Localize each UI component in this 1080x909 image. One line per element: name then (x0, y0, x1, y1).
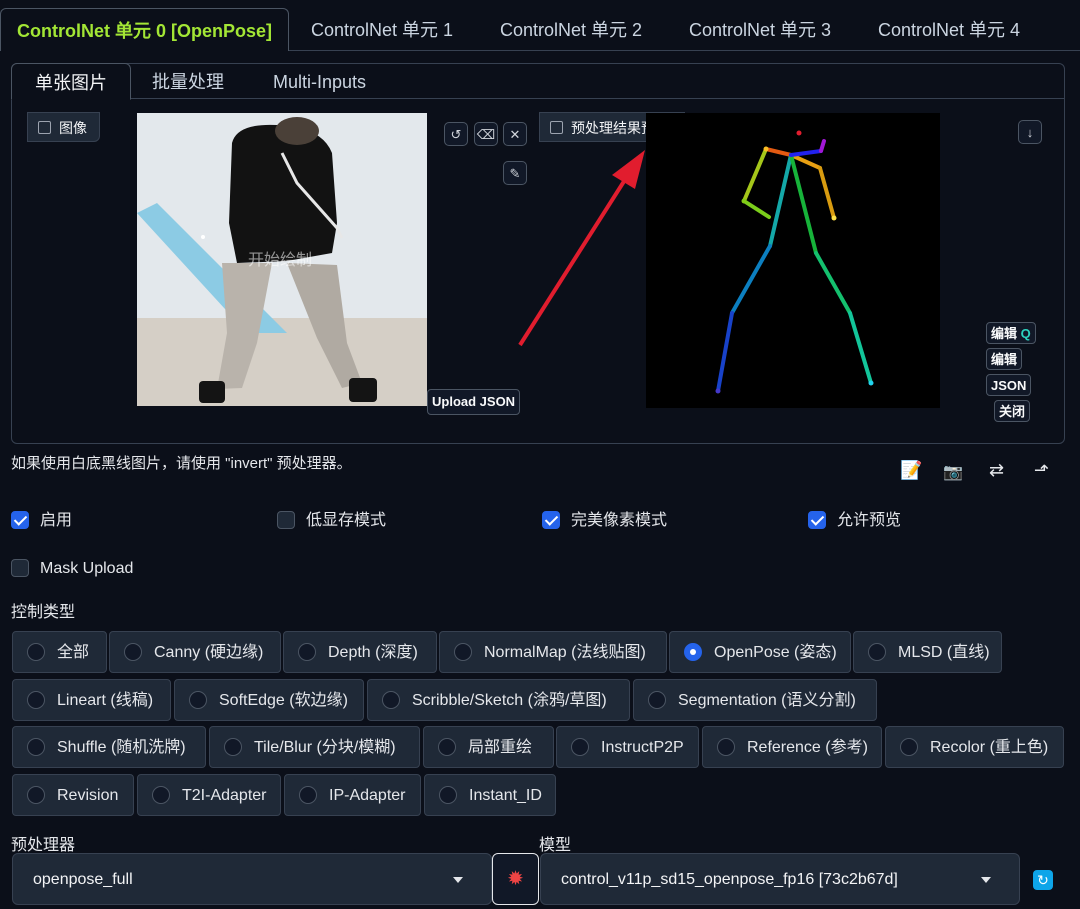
control-type-option[interactable]: 局部重绘 (423, 726, 554, 768)
checkbox-box (542, 511, 560, 529)
control-type-option[interactable]: 全部 (12, 631, 107, 673)
control-type-option[interactable]: MLSD (直线) (853, 631, 1002, 673)
refresh-icon: ↻ (1037, 872, 1049, 888)
control-type-option[interactable]: Lineart (线稿) (12, 679, 171, 721)
model-dropdown[interactable]: control_v11p_sd15_openpose_fp16 [73c2b67… (540, 853, 1020, 905)
edit-photopea-button[interactable]: 编辑 Q (986, 322, 1036, 344)
tab-multi-inputs[interactable]: Multi-Inputs (273, 63, 366, 99)
explosion-icon: ✹ (507, 868, 524, 890)
pixel-perfect-checkbox[interactable]: 完美像素模式 (542, 510, 667, 532)
preprocessor-preview-image (646, 113, 940, 408)
eraser-icon[interactable]: ⌫ (474, 122, 498, 146)
model-label: 模型 (539, 837, 572, 854)
control-type-option[interactable]: Tile/Blur (分块/模糊) (209, 726, 420, 768)
run-preprocessor-button[interactable]: ✹ (492, 853, 539, 905)
allow-preview-checkbox[interactable]: 允许预览 (808, 510, 901, 532)
control-type-label: 控制类型 (11, 604, 76, 621)
input-mode-tabs: 单张图片 批量处理 Multi-Inputs (11, 63, 1065, 100)
image-icon (550, 121, 563, 134)
chevron-down-icon (453, 877, 463, 883)
controlnet-unit-tabs: ControlNet 单元 0 [OpenPose] ControlNet 单元… (0, 8, 1080, 51)
download-icon[interactable]: ↓ (1018, 120, 1042, 144)
control-type-option[interactable]: T2I-Adapter (137, 774, 281, 816)
tab-batch[interactable]: 批量处理 (152, 63, 224, 99)
send-dimensions-icon[interactable]: ⬏ (1034, 460, 1049, 481)
chevron-down-icon (981, 877, 991, 883)
upload-json-button[interactable]: Upload JSON (427, 389, 521, 415)
control-type-option[interactable]: Canny (硬边缘) (109, 631, 281, 673)
start-drawing-overlay: 开始绘制 (248, 252, 313, 269)
preprocessor-dropdown[interactable]: openpose_full (12, 853, 492, 905)
tab-unit-3[interactable]: ControlNet 单元 3 (689, 8, 831, 50)
checkbox-box (277, 511, 295, 529)
annotation-arrow (518, 150, 645, 347)
close-icon[interactable]: ✕ (503, 122, 527, 146)
image-label: 图像 (27, 112, 100, 142)
tab-unit-4[interactable]: ControlNet 单元 4 (878, 8, 1020, 50)
enable-checkbox[interactable]: 启用 (11, 510, 72, 532)
control-type-option[interactable]: Reference (参考) (702, 726, 882, 768)
tab-divider (131, 98, 1064, 99)
mask-upload-checkbox[interactable]: Mask Upload (11, 558, 133, 580)
tab-unit-0[interactable]: ControlNet 单元 0 [OpenPose] (0, 8, 289, 51)
checkbox-box (11, 511, 29, 529)
json-button[interactable]: JSON (986, 374, 1032, 396)
control-type-option[interactable]: Instant_ID (424, 774, 556, 816)
image-icon (38, 121, 51, 134)
notepad-icon[interactable]: 📝 (900, 460, 922, 481)
checkbox-box (808, 511, 826, 529)
edit-button[interactable]: 编辑 (986, 348, 1023, 370)
control-type-option[interactable]: Revision (12, 774, 134, 816)
photopea-icon: Q (1020, 326, 1031, 341)
tab-single-image[interactable]: 单张图片 (11, 63, 131, 100)
control-type-option[interactable]: Scribble/Sketch (涂鸦/草图) (367, 679, 630, 721)
control-type-option[interactable]: Depth (深度) (283, 631, 437, 673)
control-type-option[interactable]: Shuffle (随机洗牌) (12, 726, 206, 768)
control-type-option[interactable]: NormalMap (法线贴图) (439, 631, 667, 673)
tab-unit-1[interactable]: ControlNet 单元 1 (311, 8, 453, 50)
openpose-skeleton (715, 130, 874, 394)
close-preview-button[interactable]: 关闭 (994, 400, 1031, 422)
checkbox-box (11, 559, 29, 577)
refresh-models-button[interactable]: ↻ (1033, 870, 1053, 890)
preprocessor-label: 预处理器 (11, 837, 76, 854)
camera-icon[interactable]: 📷 (943, 462, 963, 482)
control-type-option[interactable]: SoftEdge (软边缘) (174, 679, 364, 721)
invert-hint: 如果使用白底黑线图片，请使用 "invert" 预处理器。 (11, 455, 352, 472)
input-image-canvas[interactable]: 开始绘制 (137, 113, 427, 406)
control-type-option[interactable]: IP-Adapter (284, 774, 421, 816)
swap-icon[interactable]: ⇄ (989, 460, 1004, 481)
undo-icon[interactable]: ↺ (444, 122, 468, 146)
control-type-option[interactable]: InstructP2P (556, 726, 699, 768)
tab-unit-2[interactable]: ControlNet 单元 2 (500, 8, 642, 50)
control-type-option[interactable]: Recolor (重上色) (885, 726, 1064, 768)
control-type-option[interactable]: Segmentation (语义分割) (633, 679, 877, 721)
control-type-option-selected[interactable]: OpenPose (姿态) (669, 631, 851, 673)
low-vram-checkbox[interactable]: 低显存模式 (277, 510, 386, 532)
